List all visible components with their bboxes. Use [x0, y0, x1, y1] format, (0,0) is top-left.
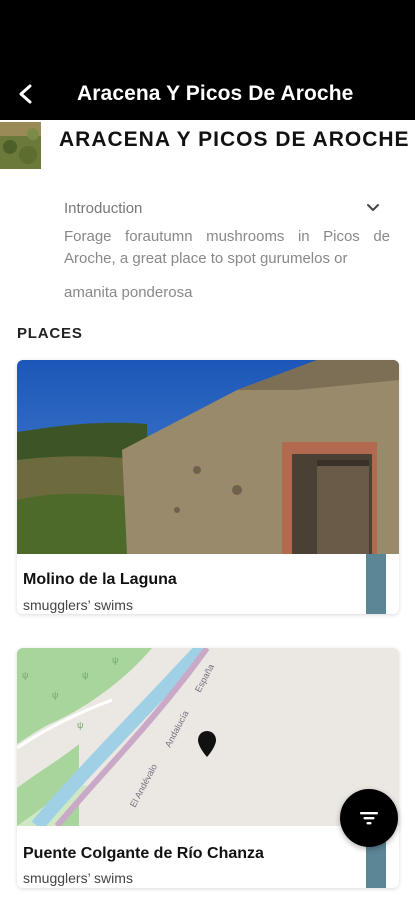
introduction-text-continued: amanita ponderosa	[64, 284, 193, 301]
place-name: Puente Colgante de Río Chanza	[23, 845, 264, 862]
introduction-label: Introduction	[64, 199, 143, 217]
svg-text:ψ: ψ	[82, 670, 88, 680]
place-subtitle: smugglers’ swims	[23, 597, 133, 613]
app-bar: Aracena Y Picos De Aroche	[0, 72, 415, 120]
svg-text:ψ: ψ	[77, 720, 83, 730]
places-heading: PLACES	[17, 325, 83, 342]
svg-text:ψ: ψ	[112, 655, 118, 665]
status-bar	[0, 0, 415, 72]
chevron-down-icon	[367, 204, 379, 211]
filter-button[interactable]	[340, 789, 398, 847]
accent-bar	[366, 554, 386, 614]
place-map: ψ ψ ψ ψ ψ El Andévalo Andalucía España	[17, 648, 399, 826]
place-subtitle: smugglers’ swims	[23, 870, 133, 886]
place-card-puente[interactable]: ψ ψ ψ ψ ψ El Andévalo Andalucía España P…	[17, 648, 399, 888]
region-title: ARACENA Y PICOS DE AROCHE	[59, 128, 410, 151]
place-name: Molino de la Laguna	[23, 571, 177, 588]
introduction-text: Forage forautumn mushrooms in Picos de A…	[64, 228, 390, 267]
svg-text:ψ: ψ	[22, 670, 28, 680]
place-photo	[17, 360, 399, 554]
back-button[interactable]	[12, 80, 40, 108]
introduction-toggle[interactable]: Introduction	[64, 197, 380, 219]
filter-icon	[360, 812, 378, 825]
region-thumbnail	[0, 122, 41, 169]
place-card-molino[interactable]: Molino de la Laguna smugglers’ swims	[17, 360, 399, 614]
svg-text:ψ: ψ	[52, 690, 58, 700]
arrow-back-icon	[19, 84, 32, 104]
app-bar-title: Aracena Y Picos De Aroche	[77, 82, 354, 105]
